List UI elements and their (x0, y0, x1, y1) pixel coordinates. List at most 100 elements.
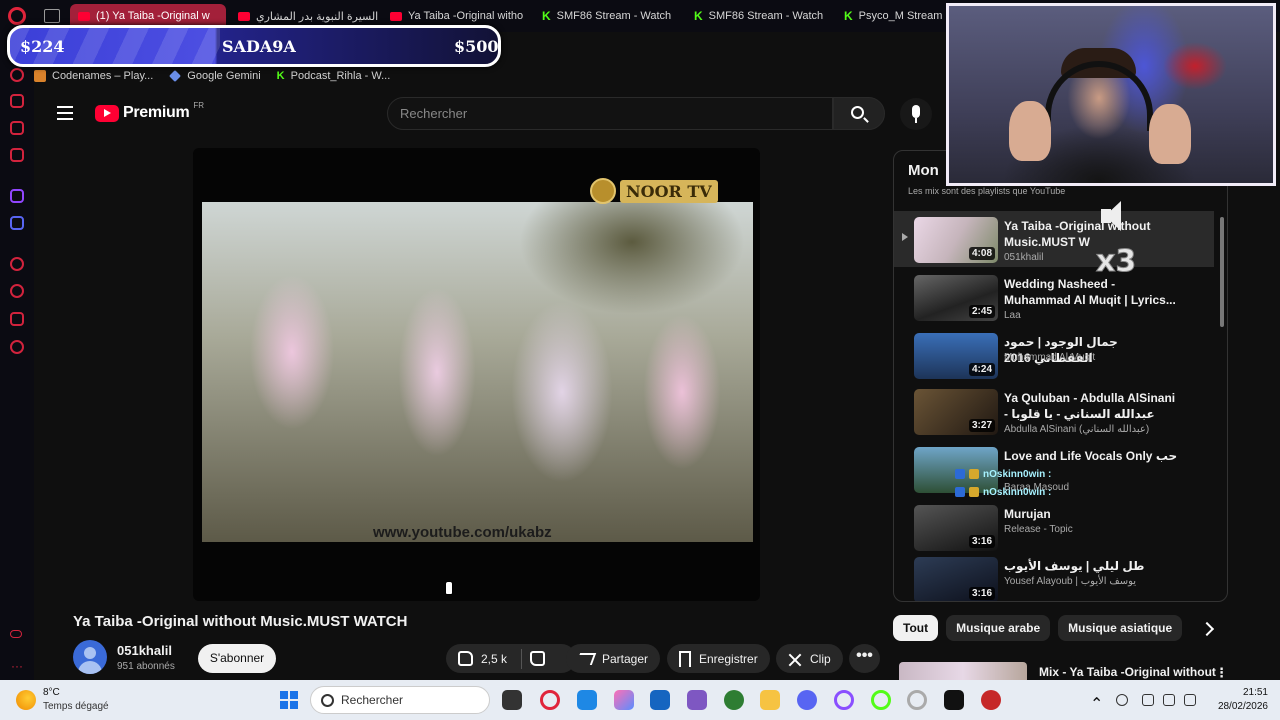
like-count[interactable]: 2,5 k (481, 652, 507, 666)
save-button[interactable]: Enregistrer (667, 644, 770, 673)
video-title: Ya Taiba -Original without Music.MUST WA… (73, 613, 408, 630)
app-icon[interactable] (981, 690, 1001, 710)
youtube-premium-logo[interactable]: Premium FR (95, 101, 204, 122)
dislike-icon[interactable] (530, 651, 546, 666)
tab-manager-icon[interactable] (44, 9, 60, 23)
playlist-item[interactable]: 4:08 Ya Taiba -Original without Music.MU… (894, 211, 1214, 267)
store-icon[interactable] (650, 690, 670, 710)
xbox-icon[interactable] (724, 690, 744, 710)
taskbar-search[interactable]: Rechercher (310, 686, 490, 714)
sidebar-twitch-icon[interactable] (10, 189, 24, 203)
playlist-item[interactable]: 3:16 Murujan Release - Topic (894, 499, 1214, 555)
bookmark-item[interactable]: Google Gemini (169, 66, 261, 86)
playlist-scrollbar[interactable] (1220, 217, 1224, 327)
sidebar-player-icon[interactable] (10, 257, 24, 271)
windows-taskbar: 8°C Temps dégagé Rechercher ⌃ 21:51 28/0… (0, 680, 1280, 720)
playlist-item[interactable]: Love and Life Vocals Only حب Baraa Masou… (894, 441, 1214, 497)
sidebar-messenger-icon[interactable] (10, 148, 24, 162)
subscribe-button[interactable]: S'abonner (198, 644, 276, 673)
more-actions-button[interactable]: ••• (849, 644, 880, 673)
wifi-icon[interactable] (1142, 694, 1154, 706)
discord-icon[interactable] (797, 690, 817, 710)
file-explorer-icon[interactable] (760, 690, 780, 710)
clock-time[interactable]: 21:51 (1224, 687, 1268, 698)
microphone-icon[interactable] (1116, 694, 1128, 706)
bookmark-item[interactable]: Codenames – Play... (34, 66, 153, 86)
share-icon (575, 652, 597, 665)
app-icon[interactable] (687, 690, 707, 710)
clock-date[interactable]: 28/02/2026 (1206, 701, 1268, 712)
webcam-overlay (946, 3, 1276, 186)
voice-search-icon[interactable] (900, 98, 932, 130)
youtube-icon (390, 11, 402, 21)
bookmark-item[interactable]: K Podcast_Rihla - W... (277, 66, 391, 86)
tab-kick[interactable]: K SMF86 Stream - Watch (686, 4, 836, 28)
kebab-menu-icon[interactable]: ⋮ (1215, 665, 1228, 681)
opera-icon[interactable] (834, 690, 854, 710)
chat-message: nOskinn0win : (955, 467, 1051, 481)
clip-button[interactable]: Clip (776, 644, 843, 673)
speaker-icon[interactable] (1163, 694, 1175, 706)
codenames-icon (34, 70, 46, 82)
chat-badge-icon (969, 487, 979, 497)
video-thumbnail: 3:16 (914, 557, 998, 601)
sidebar-discord-icon[interactable] (10, 216, 24, 230)
video-thumbnail: 4:08 (914, 217, 998, 263)
chat-badge-icon (969, 469, 979, 479)
menu-icon[interactable] (57, 106, 73, 120)
opera-logo-icon[interactable] (8, 7, 26, 25)
opera-gx-icon[interactable] (540, 690, 560, 710)
chip-asian-music[interactable]: Musique asiatique (1058, 615, 1183, 641)
browser-icon[interactable] (871, 690, 891, 710)
chevron-up-icon[interactable]: ⌃ (1090, 694, 1103, 713)
chat-message: nOskinn0win : (955, 485, 1051, 499)
tab-kick[interactable]: K SMF86 Stream - Watch (534, 4, 684, 28)
weather-icon[interactable] (16, 690, 36, 710)
sidebar-extensions-icon[interactable] (10, 312, 24, 326)
goal-current-amount: $224 (20, 37, 65, 56)
battery-icon[interactable] (1184, 694, 1196, 706)
sidebar-gx-icon[interactable] (10, 630, 22, 638)
noor-coin-icon (590, 178, 616, 204)
sidebar-flow-icon[interactable] (10, 94, 24, 108)
recommended-mix-item[interactable]: Mix - Ya Taiba -Original without ⋮ (897, 660, 1228, 681)
noor-tv-logo: NOOR TV (590, 178, 718, 204)
channel-name[interactable]: 051khalil (117, 643, 172, 658)
share-button[interactable]: Partager (566, 644, 661, 673)
video-thumbnail: 3:27 (914, 389, 998, 435)
weather-condition[interactable]: Temps dégagé (43, 701, 109, 712)
task-view-icon[interactable] (502, 690, 522, 710)
sidebar-more-icon[interactable]: ··· (11, 659, 23, 673)
playlist-item[interactable]: 2:45 Wedding Nasheed - Muhammad Al Muqit… (894, 269, 1214, 325)
kick-icon: K (694, 9, 703, 23)
browser-icon[interactable] (907, 690, 927, 710)
volume-multiplier: x3 (1095, 244, 1137, 280)
chip-arabic-music[interactable]: Musique arabe (946, 615, 1051, 641)
sidebar-ai-icon[interactable] (10, 68, 24, 82)
kick-icon: K (844, 9, 853, 23)
temperature[interactable]: 8°C (43, 687, 60, 698)
playlist-item[interactable]: 3:16 طل ليلي | يوسف الأيوب Yousef Alayou… (894, 551, 1214, 601)
chat-badge-icon (955, 469, 965, 479)
photos-icon[interactable] (577, 690, 597, 710)
copilot-icon[interactable] (614, 690, 634, 710)
playlist-item[interactable]: 4:24 جمال الوجود | حمود الفقطاني 2016 Mu… (894, 327, 1214, 383)
chip-all[interactable]: Tout (893, 615, 939, 641)
tab-label: Ya Taiba -Original witho (408, 10, 524, 22)
windows-start-icon[interactable] (280, 691, 298, 709)
like-icon[interactable] (458, 651, 473, 666)
youtube-play-icon (95, 104, 119, 122)
filter-chips: Tout Musique arabe Musique asiatique (893, 615, 1183, 641)
sidebar-history-icon[interactable] (10, 284, 24, 298)
sidebar-settings-icon[interactable] (10, 340, 24, 354)
playlist-item[interactable]: 3:27 Ya Quluban - Abdulla AlSinani - عبد… (894, 383, 1214, 443)
search-input[interactable]: Rechercher (387, 97, 833, 130)
gemini-icon (169, 70, 182, 82)
terminal-icon[interactable] (944, 690, 964, 710)
goal-name: SADA9A (222, 37, 296, 56)
channel-avatar[interactable] (73, 640, 107, 674)
search-button[interactable] (833, 97, 885, 130)
sidebar-bag-icon[interactable] (10, 121, 24, 135)
chevron-right-icon[interactable] (1197, 618, 1219, 640)
tab-kick[interactable]: K Psyco_M Stream - (836, 4, 946, 28)
